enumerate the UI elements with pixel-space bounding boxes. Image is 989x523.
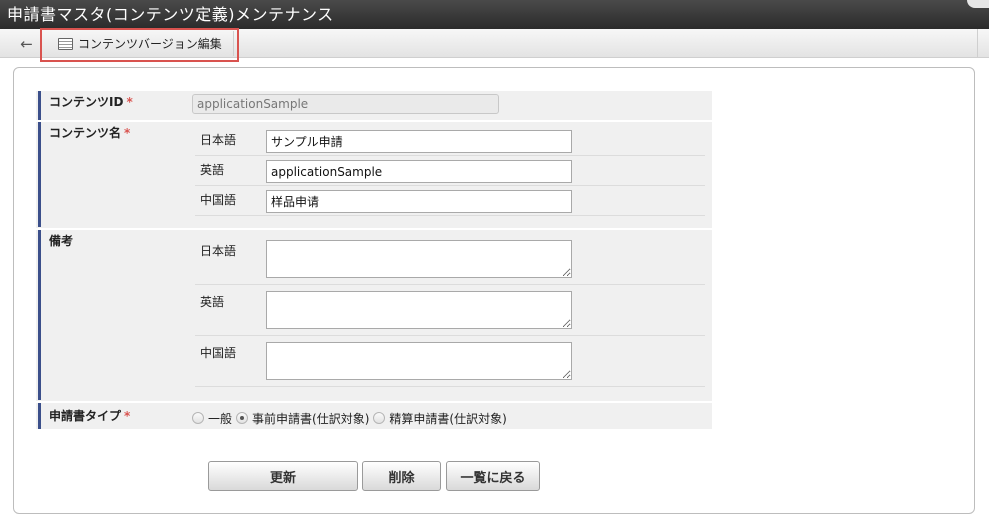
sub-separator xyxy=(195,185,705,186)
back-to-list-button[interactable]: 一覧に戻る xyxy=(446,461,540,491)
content-version-edit-label: コンテンツバージョン編集 xyxy=(78,37,222,51)
content-id-field xyxy=(192,94,499,114)
radio-settlement-application-label: 精算申請書(仕訳対象) xyxy=(389,411,507,426)
toolbar-right-divider xyxy=(977,29,978,58)
toolbar: ← コンテンツバージョン編集 xyxy=(0,29,989,58)
application-type-label: 申請書タイプ * xyxy=(38,403,186,429)
window-title: 申請書マスタ(コンテンツ定義)メンテナンス xyxy=(7,5,334,24)
radio-general[interactable] xyxy=(192,412,204,424)
remarks-ja-textarea[interactable] xyxy=(266,240,572,278)
content-name-en-label: 英語 xyxy=(200,163,225,177)
list-icon xyxy=(58,37,73,50)
content-name-ja-input[interactable] xyxy=(266,130,572,153)
update-button[interactable]: 更新 xyxy=(208,461,358,491)
arrow-left-icon: ← xyxy=(20,34,33,53)
remarks-ja-label: 日本語 xyxy=(200,244,237,258)
content-name-label: コンテンツ名 * xyxy=(38,122,186,227)
content-name-zh-label: 中国語 xyxy=(200,193,237,207)
sub-separator xyxy=(195,155,705,156)
content-name-en-input[interactable] xyxy=(266,160,572,183)
sub-separator xyxy=(195,215,705,216)
back-button[interactable]: ← xyxy=(12,31,42,56)
required-mark: * xyxy=(126,95,133,109)
content-id-label: コンテンツID * xyxy=(38,91,186,120)
content-name-ja-label: 日本語 xyxy=(200,133,237,147)
sub-separator xyxy=(195,335,705,336)
title-bar-corner xyxy=(967,0,989,8)
remarks-en-textarea[interactable] xyxy=(266,291,572,329)
remarks-zh-label: 中国語 xyxy=(200,346,237,360)
radio-general-label: 一般 xyxy=(208,411,233,426)
radio-settlement-application[interactable] xyxy=(373,412,386,424)
delete-button[interactable]: 削除 xyxy=(362,461,441,491)
radio-pre-application[interactable] xyxy=(236,412,249,424)
content-version-edit-button[interactable]: コンテンツバージョン編集 xyxy=(46,31,234,56)
application-type-radio-group: 一般 事前申請書(仕訳対象) 精算申請書(仕訳対象) xyxy=(192,408,511,428)
remarks-zh-textarea[interactable] xyxy=(266,342,572,380)
required-mark: * xyxy=(124,126,131,140)
required-mark: * xyxy=(124,409,131,423)
window-title-bar: 申請書マスタ(コンテンツ定義)メンテナンス xyxy=(0,0,989,29)
content-name-zh-input[interactable] xyxy=(266,190,572,213)
radio-pre-application-label: 事前申請書(仕訳対象) xyxy=(252,411,370,426)
remarks-label: 備考 xyxy=(38,230,186,400)
sub-separator xyxy=(195,386,705,387)
sub-separator xyxy=(195,284,705,285)
remarks-en-label: 英語 xyxy=(200,295,225,309)
